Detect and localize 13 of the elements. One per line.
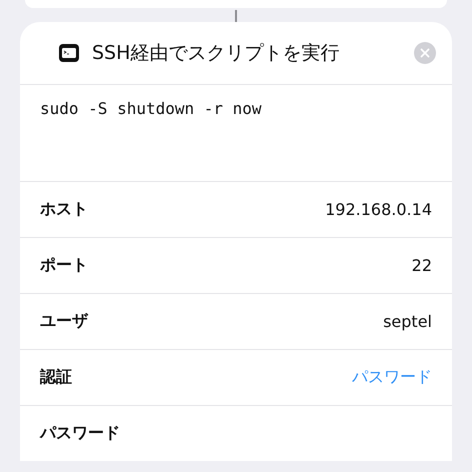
parameter-label: ホスト: [40, 199, 88, 220]
parameter-value[interactable]: 22: [412, 256, 432, 275]
parameter-label: パスワード: [40, 423, 120, 444]
parameter-label: ポート: [40, 255, 88, 276]
terminal-icon: [58, 42, 80, 64]
parameter-value[interactable]: 192.168.0.14: [325, 200, 432, 219]
parameter-label: ユーザ: [40, 311, 88, 332]
action-title: SSH経由でスクリプトを実行: [92, 41, 340, 66]
connector-line: [235, 10, 237, 22]
remove-icon[interactable]: [414, 42, 436, 64]
script-field[interactable]: sudo -S shutdown -r now: [20, 84, 452, 181]
parameter-value[interactable]: septel: [383, 312, 432, 331]
parameter-label: 認証: [40, 367, 72, 388]
